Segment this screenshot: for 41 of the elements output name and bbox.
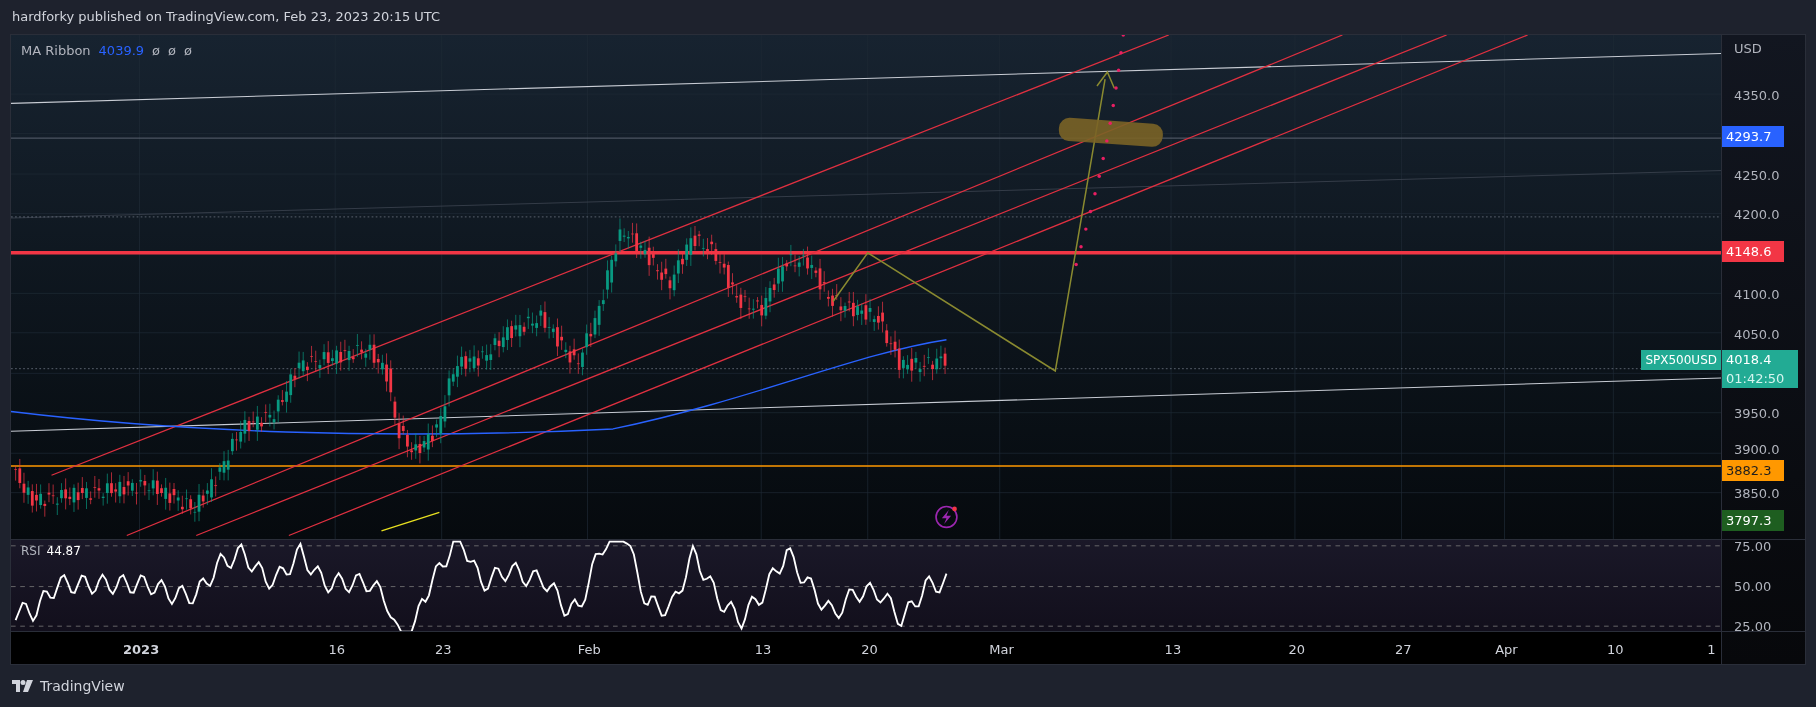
currency-label: USD	[1734, 40, 1762, 58]
date-label: 16	[328, 641, 346, 659]
date-label: 27	[1395, 641, 1412, 659]
rsi-tick: 75.00	[1734, 538, 1772, 556]
date-label: 13	[754, 641, 772, 659]
indicator-value: ø	[152, 42, 161, 60]
date-label: Mar	[989, 641, 1014, 659]
indicator-value: 4039.9	[98, 42, 145, 60]
indicator-name[interactable]: MA Ribbon	[21, 41, 91, 61]
publish-info: hardforky published on TradingView.com, Feb 23, 2023 20:15 UTC	[12, 8, 441, 27]
price-value: 3882.3	[1726, 461, 1773, 480]
indicator-value: ø	[168, 42, 177, 60]
date-label: 20	[861, 641, 878, 659]
price-tick: 4100.0	[1734, 286, 1780, 304]
date-label: Apr	[1495, 641, 1518, 659]
symbol-label: SPX500USD	[1641, 350, 1721, 370]
price-tick: 4250.0	[1734, 166, 1780, 185]
indicator-value: ø	[184, 42, 192, 60]
indicator-name[interactable]: RSI	[21, 542, 41, 560]
date-label: Feb	[577, 641, 601, 659]
price-tick: 4050.0	[1734, 325, 1780, 344]
price-tick: 3850.0	[1734, 485, 1780, 503]
date-label: 23	[435, 641, 452, 659]
brand-name[interactable]: TradingView	[40, 675, 125, 697]
rsi-tick: 50.00	[1734, 578, 1772, 596]
price-tick: 4350.0	[1734, 87, 1780, 105]
price-value: 4148.6	[1726, 242, 1773, 261]
price-tick: 4200.0	[1734, 206, 1780, 225]
date-label: 20	[1288, 641, 1306, 659]
countdown-timer: 01:42:50	[1726, 370, 1786, 388]
price-value: 4018.4	[1726, 350, 1773, 369]
rsi-tick: 25.00	[1734, 618, 1772, 636]
price-tick: 3950.0	[1734, 405, 1780, 424]
price-tick: 3900.0	[1734, 441, 1780, 460]
date-label: 2023	[123, 641, 160, 659]
date-label: 10	[1607, 641, 1624, 659]
indicator-value: 44.87	[46, 543, 81, 560]
date-label: 1	[1707, 641, 1716, 659]
price-value: 3797.3	[1726, 511, 1773, 530]
date-label: 13	[1164, 641, 1182, 659]
price-value: 4293.7	[1726, 127, 1773, 146]
